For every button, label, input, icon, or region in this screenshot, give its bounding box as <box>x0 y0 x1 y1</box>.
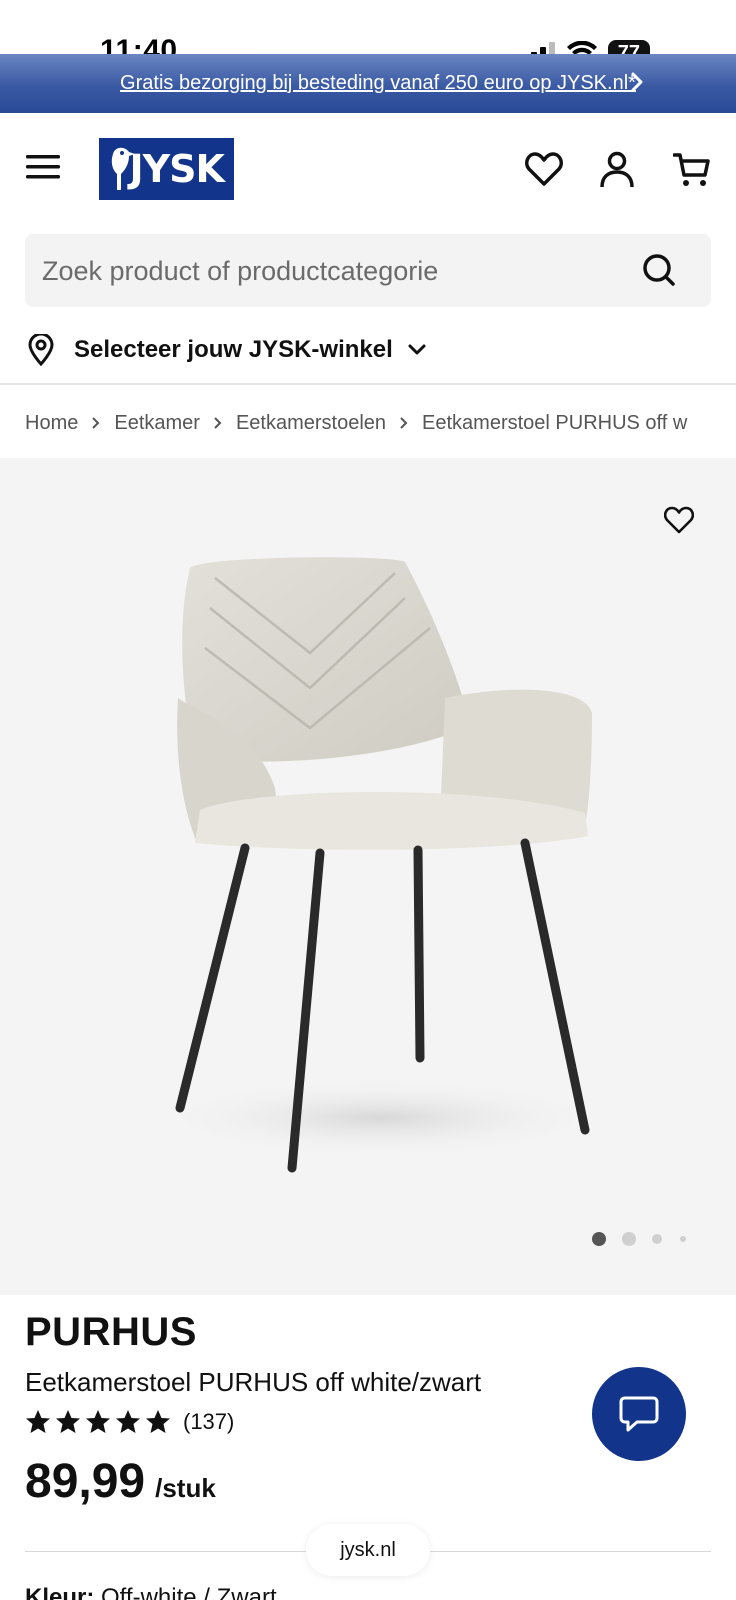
chevron-down-icon[interactable] <box>407 343 427 357</box>
chevron-right-icon[interactable] <box>630 68 646 96</box>
breadcrumb-item-home[interactable]: Home <box>25 412 78 435</box>
favorite-heart-icon[interactable] <box>664 506 694 534</box>
product-price: 89,99 /stuk <box>25 1454 216 1509</box>
product-name: Eetkamerstoel PURHUS off white/zwart <box>25 1367 482 1397</box>
promo-banner[interactable]: Gratis bezorging bij besteding vanaf 250… <box>0 54 736 113</box>
product-gallery[interactable] <box>0 458 736 1295</box>
color-value: Off-white / Zwart <box>101 1584 277 1600</box>
breadcrumb-item-eetkamer[interactable]: Eetkamer <box>114 412 200 435</box>
store-selector[interactable]: Selecteer jouw JYSK-winkel <box>28 330 427 370</box>
store-selector-label[interactable]: Selecteer jouw JYSK-winkel <box>74 336 393 364</box>
header-divider <box>0 383 736 385</box>
product-rating[interactable]: (137) <box>25 1409 234 1435</box>
product-brand: PURHUS <box>25 1310 197 1354</box>
site-header: JYSK <box>0 113 736 225</box>
chat-button[interactable] <box>592 1367 686 1461</box>
logo-text: JYSK <box>129 147 225 191</box>
jysk-bird-icon <box>111 147 135 190</box>
breadcrumb: Home Eetkamer Eetkamerstoelen Eetkamerst… <box>25 408 736 438</box>
gallery-dot-1[interactable] <box>592 1232 606 1246</box>
color-selection: Kleur: Off-white / Zwart <box>25 1584 277 1600</box>
status-bar: 11:40 77 <box>0 0 736 67</box>
hamburger-menu-icon[interactable] <box>26 153 60 181</box>
breadcrumb-item-eetkamerstoelen[interactable]: Eetkamerstoelen <box>236 412 386 435</box>
browser-url-bar[interactable]: jysk.nl <box>306 1524 430 1576</box>
price-unit: /stuk <box>155 1473 216 1503</box>
search-input[interactable]: Zoek product of productcategorie <box>42 256 438 287</box>
price-value: 89,99 <box>25 1455 146 1508</box>
jysk-logo[interactable]: JYSK <box>99 138 234 200</box>
search-icon[interactable] <box>641 252 677 288</box>
color-label: Kleur: <box>25 1584 95 1600</box>
account-icon[interactable] <box>600 151 634 189</box>
chevron-right-icon <box>91 415 101 431</box>
search-bar[interactable]: Zoek product of productcategorie <box>25 234 711 307</box>
wishlist-heart-icon[interactable] <box>525 151 563 187</box>
chat-bubble-icon <box>619 1396 659 1432</box>
gallery-dot-3[interactable] <box>652 1234 662 1244</box>
gallery-dot-4[interactable] <box>680 1236 686 1242</box>
chevron-right-icon <box>399 415 409 431</box>
cart-icon[interactable] <box>673 151 711 189</box>
promo-link[interactable]: Gratis bezorging bij besteding vanaf 250… <box>120 72 636 95</box>
product-image[interactable] <box>0 458 736 1295</box>
breadcrumb-item-current: Eetkamerstoel PURHUS off w <box>422 411 688 434</box>
review-count[interactable]: (137) <box>183 1409 234 1435</box>
star-rating-icon <box>26 1410 170 1433</box>
chevron-right-icon <box>213 415 223 431</box>
gallery-pagination[interactable] <box>592 1232 686 1246</box>
location-pin-icon <box>28 334 54 366</box>
gallery-dot-2[interactable] <box>622 1232 636 1246</box>
